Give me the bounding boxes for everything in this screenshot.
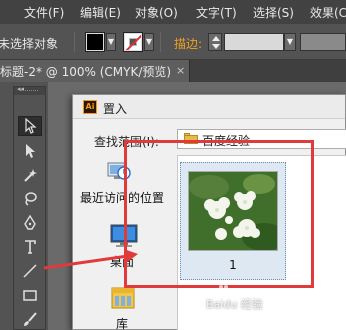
- chevron-up-icon[interactable]: [212, 36, 220, 41]
- selection-tool[interactable]: [18, 116, 42, 136]
- magic-wand-tool[interactable]: [18, 165, 42, 185]
- stroke-weight-dropdown[interactable]: ▼: [284, 33, 296, 51]
- grip-icon[interactable]: [20, 90, 38, 92]
- menu-bar: 文件(F) 编辑(E) 对象(O) 文字(T) 选择(S) 效果(C: [0, 0, 346, 24]
- highlight-rectangle: [124, 140, 314, 288]
- lasso-tool[interactable]: [18, 189, 42, 209]
- stroke-weight-field[interactable]: [224, 33, 284, 51]
- line-segment-icon: [23, 264, 37, 278]
- rectangle-tool[interactable]: [18, 285, 42, 305]
- type-tool[interactable]: [18, 237, 42, 257]
- variable-width-field[interactable]: [300, 33, 346, 51]
- menu-type[interactable]: 文字(T): [196, 4, 237, 21]
- paintbrush-tool[interactable]: [18, 309, 42, 329]
- tools-panel: ◂◂: [13, 85, 46, 330]
- pen-tool[interactable]: [18, 213, 42, 233]
- close-icon[interactable]: ×: [176, 64, 185, 77]
- stroke-weight-stepper[interactable]: [208, 33, 222, 51]
- illustrator-app-icon: Ai: [83, 100, 97, 114]
- paintbrush-icon: [24, 312, 37, 326]
- menu-select[interactable]: 选择(S): [253, 4, 294, 21]
- dialog-title: 置入: [103, 102, 128, 116]
- direct-selection-tool[interactable]: [18, 141, 42, 161]
- selection-status: 未选择对象: [0, 37, 59, 51]
- divider: [74, 32, 75, 52]
- fill-color-swatch[interactable]: [85, 32, 105, 52]
- place-libraries-label: 库: [115, 317, 128, 330]
- line-segment-tool[interactable]: [18, 261, 42, 281]
- fill-dropdown-button[interactable]: ▼: [106, 33, 116, 51]
- divider: [160, 32, 161, 52]
- dialog-title-bar[interactable]: Ai 置入: [73, 95, 345, 119]
- menu-object[interactable]: 对象(O): [135, 4, 178, 21]
- rectangle-icon: [23, 290, 37, 301]
- tools-panel-header[interactable]: ◂◂: [14, 85, 45, 95]
- none-slash-icon: [125, 34, 141, 50]
- menu-file[interactable]: 文件(F): [24, 4, 64, 21]
- baidu-watermark: Baidu 经验: [206, 298, 263, 311]
- selection-arrow-icon: [25, 118, 37, 134]
- type-icon: [25, 240, 36, 254]
- document-tab-title: 标题-2* @ 100% (CMYK/预览): [0, 65, 172, 79]
- magic-wand-icon: [24, 169, 37, 182]
- lasso-icon: [25, 192, 37, 206]
- chevron-down-icon[interactable]: [212, 44, 220, 49]
- stroke-dropdown-button[interactable]: ▼: [144, 33, 154, 51]
- menu-edit[interactable]: 编辑(E): [80, 4, 121, 21]
- stroke-color-swatch[interactable]: [123, 32, 143, 52]
- direct-selection-arrow-icon: [26, 144, 35, 158]
- stroke-weight-label[interactable]: 描边:: [174, 35, 202, 52]
- document-tab[interactable]: 标题-2* @ 100% (CMYK/预览) ×: [0, 60, 190, 82]
- menu-effect[interactable]: 效果(C: [310, 4, 346, 21]
- pen-icon: [24, 215, 36, 230]
